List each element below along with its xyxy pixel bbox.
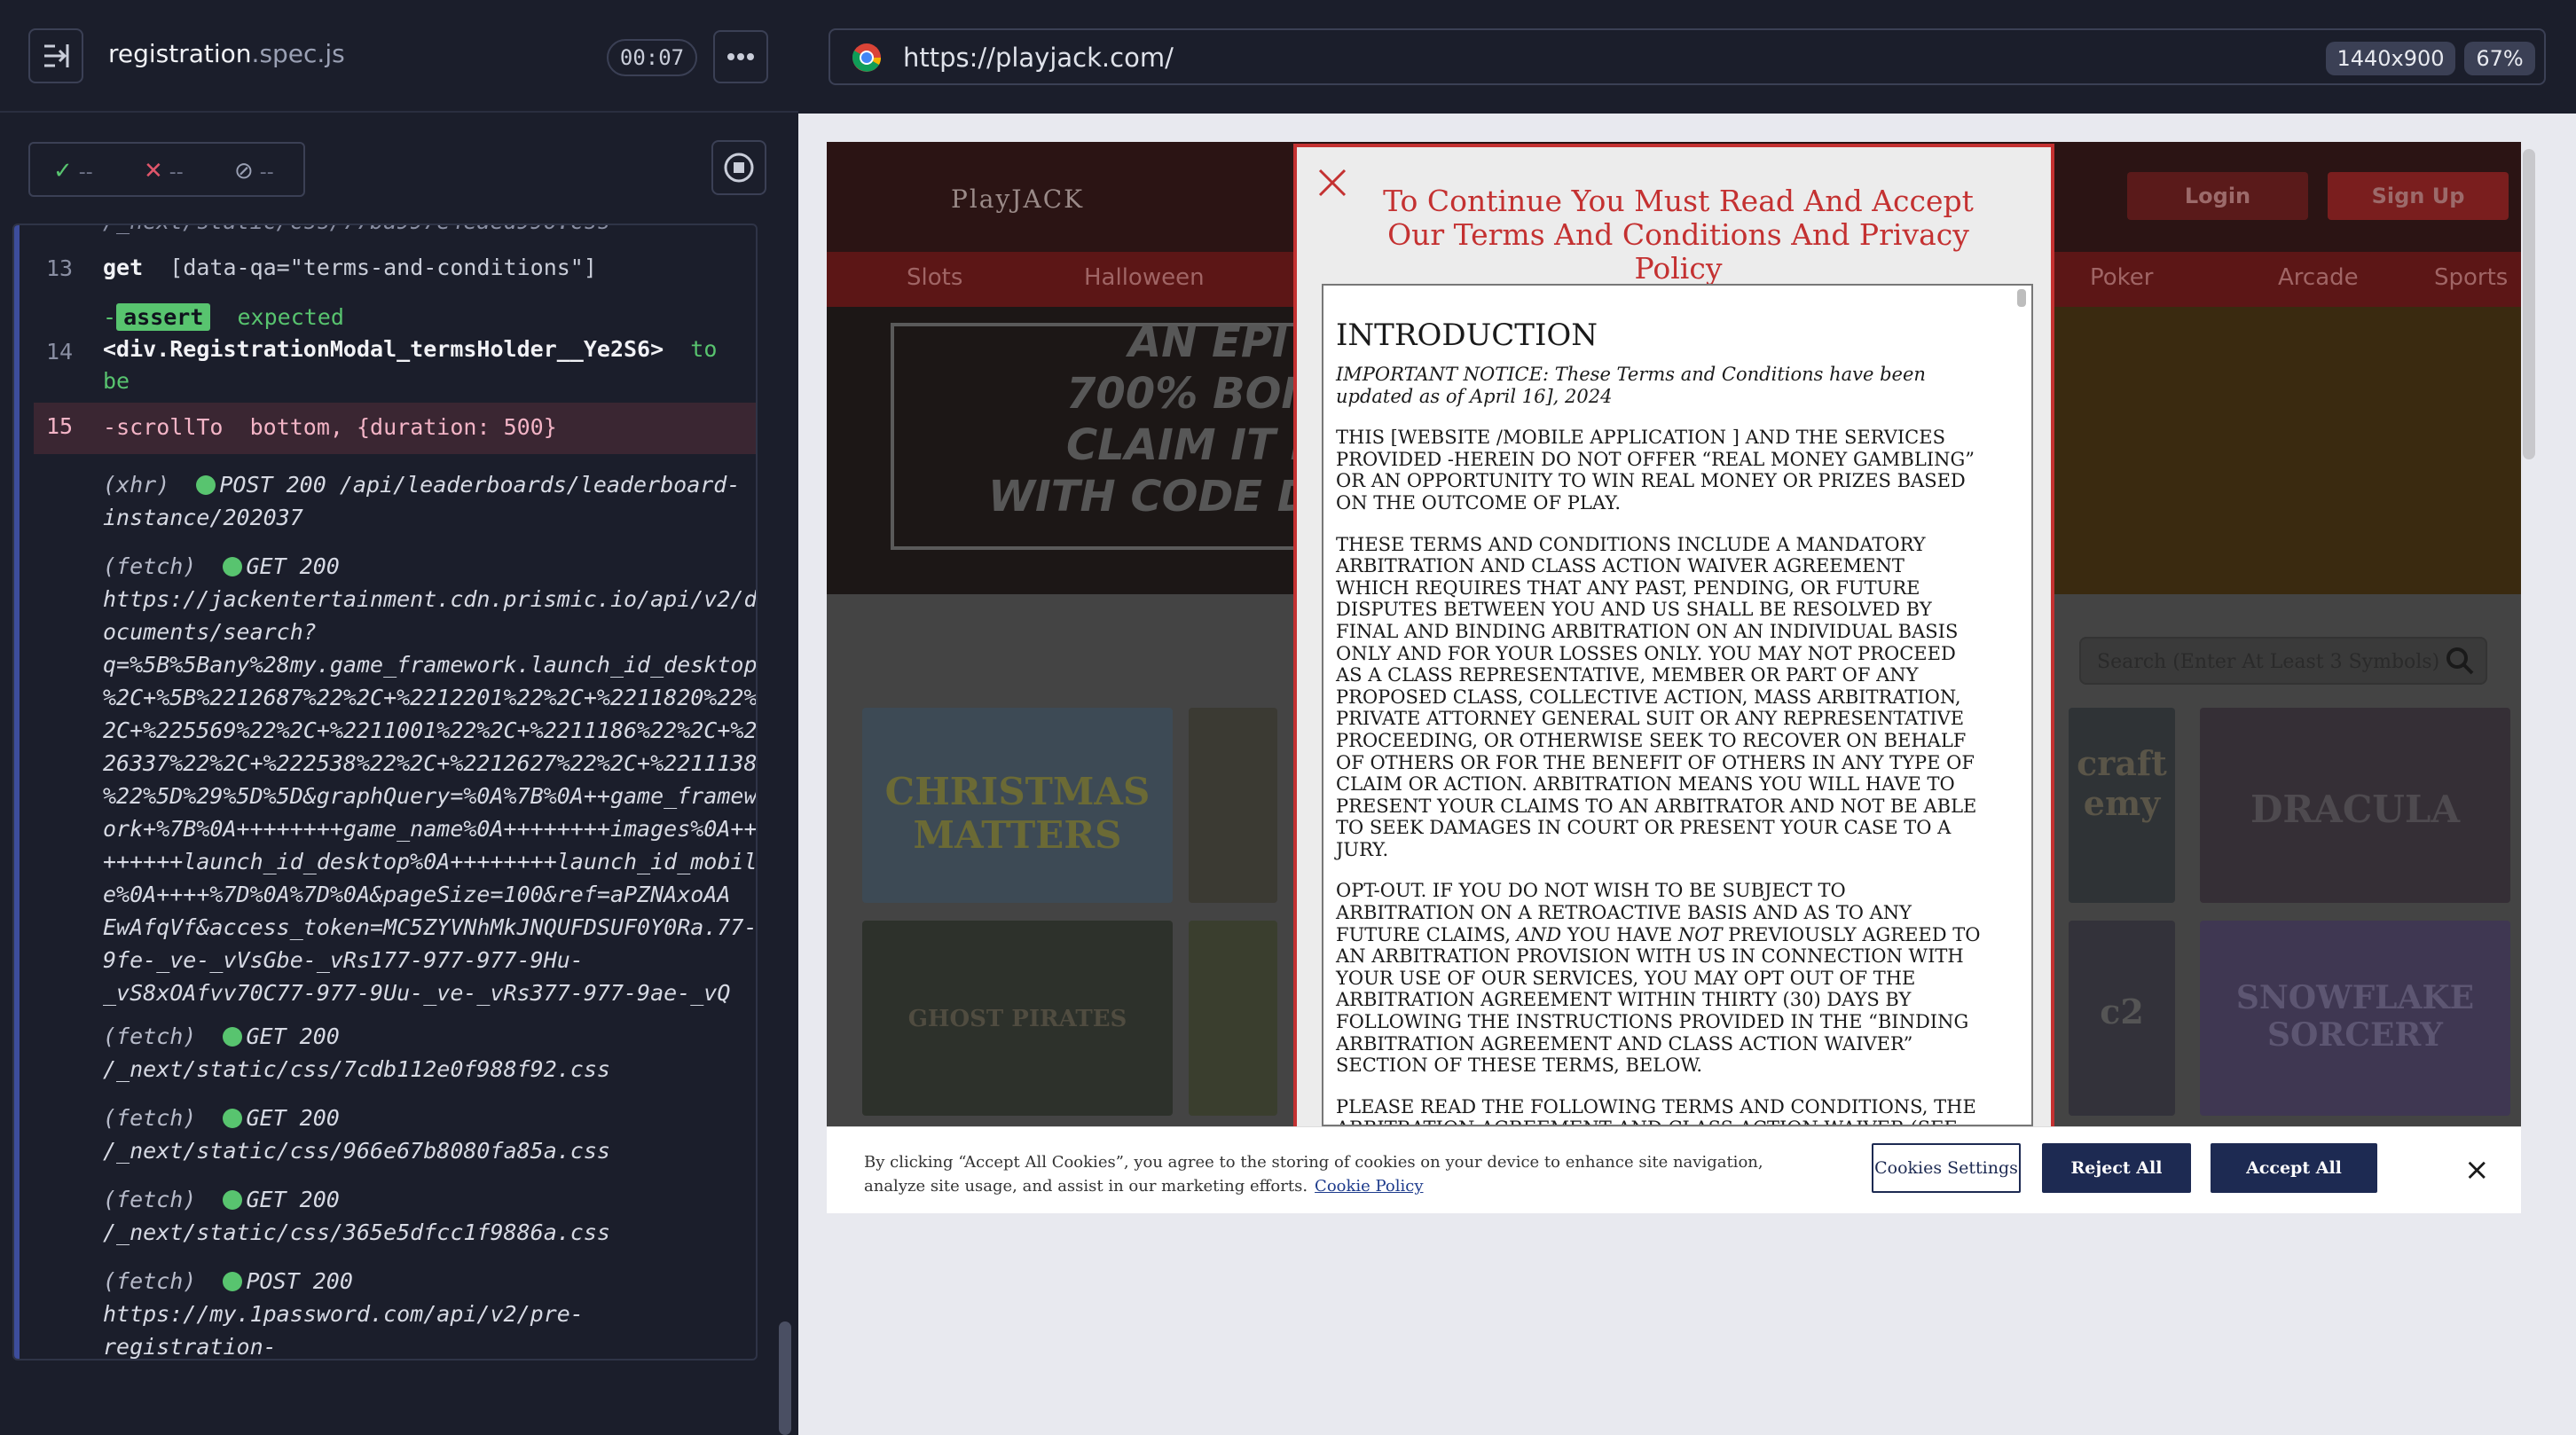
terms-holder[interactable]: INTRODUCTION IMPORTANT NOTICE: These Ter… xyxy=(1322,284,2033,1126)
game-tile[interactable] xyxy=(1189,708,1277,903)
viewport-size-badge: 1440x900 xyxy=(2326,42,2455,75)
terms-heading: INTRODUCTION xyxy=(1336,318,1598,353)
ellipsis-icon xyxy=(727,53,754,60)
url-field[interactable]: https://playjack.com/ 1440x900 67% xyxy=(829,28,2546,85)
login-button[interactable]: Login xyxy=(2127,172,2308,220)
app-viewport: PlayJACK Login Sign Up Slots Halloween P… xyxy=(827,142,2521,1213)
reject-all-button[interactable]: Reject All xyxy=(2042,1143,2191,1193)
accept-all-cookies-button[interactable]: Accept All Cookies xyxy=(2211,1143,2377,1213)
line-number: 14 xyxy=(46,339,74,365)
toggle-sidebar-button[interactable] xyxy=(28,28,83,83)
log-scrollbar[interactable] xyxy=(775,223,793,1435)
more-options-button[interactable] xyxy=(713,30,768,83)
nav-slots[interactable]: Slots xyxy=(907,264,962,291)
pending-count: ⊘ -- xyxy=(234,158,274,184)
cookie-text: By clicking “Accept All Cookies”, you ag… xyxy=(864,1153,1763,1196)
game-title: craft emy xyxy=(2077,743,2167,823)
stop-icon xyxy=(724,153,754,183)
game-tile[interactable] xyxy=(1189,921,1277,1116)
command-scrollto-active[interactable]: 15 -scrollTo bottom, {duration: 500} xyxy=(34,403,756,454)
promo-line: CLAIM IT N xyxy=(1066,420,1326,470)
game-tile[interactable]: craft emy xyxy=(2069,708,2175,903)
terms-content: INTRODUCTION IMPORTANT NOTICE: These Ter… xyxy=(1336,318,1983,1125)
terms-paragraph: THIS [WEBSITE /MOBILE APPLICATION ] AND … xyxy=(1336,427,1975,514)
site-logo: PlayJACK xyxy=(951,184,1085,214)
log-scrollbar-thumb[interactable] xyxy=(779,1321,791,1435)
status-dot xyxy=(223,1109,243,1128)
request-log-fetch[interactable]: (fetch) POST 200 https://my.1password.co… xyxy=(103,1265,750,1359)
zoom-badge: 67% xyxy=(2464,42,2535,75)
command-log[interactable]: /_next/static/css/77ba997e4eaed996.css 1… xyxy=(12,223,758,1361)
cross-icon: ✕ xyxy=(144,158,163,184)
request-log-fetch[interactable]: (fetch) GET 200 https://jackentertainmen… xyxy=(103,550,756,1009)
status-dot xyxy=(223,1190,243,1210)
browser-preview: https://playjack.com/ 1440x900 67% PlayJ… xyxy=(798,0,2576,1435)
search-icon xyxy=(2446,647,2474,675)
game-title: c2 xyxy=(2100,992,2144,1031)
terms-paragraph: OPT-OUT. IF YOU DO NOT WISH TO BE SUBJEC… xyxy=(1336,880,1981,1077)
promo-line: AN EPI xyxy=(1128,318,1288,367)
skip-icon: ⊘ xyxy=(234,158,254,184)
signup-button[interactable]: Sign Up xyxy=(2328,172,2509,220)
request-log-xhr[interactable]: (xhr) POST 200 /api/leaderboards/leaderb… xyxy=(103,468,750,534)
test-runner-panel: registration.spec.js 00:07 ✓ -- ✕ -- ⊘ -… xyxy=(0,0,798,1435)
status-dot xyxy=(223,557,243,576)
cookie-banner: By clicking “Accept All Cookies”, you ag… xyxy=(827,1126,2521,1213)
run-timer: 00:07 xyxy=(607,39,697,76)
promo-line: WITH CODE D xyxy=(988,472,1313,521)
clipped-log-line: /_next/static/css/77ba997e4eaed996.css xyxy=(103,225,610,238)
command-get[interactable]: get [data-qa="terms-and-conditions"] xyxy=(103,252,597,284)
game-title: DRACULA xyxy=(2250,788,2461,831)
check-icon: ✓ xyxy=(53,158,73,184)
chrome-icon xyxy=(852,43,882,72)
runner-header: registration.spec.js 00:07 xyxy=(0,0,798,113)
status-dot xyxy=(196,475,216,495)
nav-poker[interactable]: Poker xyxy=(2090,264,2153,291)
address-bar-area: https://playjack.com/ 1440x900 67% xyxy=(798,0,2576,114)
log-accent-bar xyxy=(14,225,20,1359)
game-tile[interactable]: c2 xyxy=(2069,921,2175,1116)
search-placeholder: Search (Enter At Least 3 Symbols) xyxy=(2097,651,2440,673)
close-icon[interactable] xyxy=(1315,165,1350,200)
page-scrollbar[interactable] xyxy=(2523,149,2535,459)
status-dot xyxy=(223,1027,243,1047)
request-log-fetch[interactable]: (fetch) GET 200 /_next/static/css/7cdb11… xyxy=(103,1020,750,1086)
url-text: https://playjack.com/ xyxy=(903,43,1174,73)
promo-art xyxy=(2051,307,2521,594)
game-tile[interactable]: DRACULA xyxy=(2200,708,2510,903)
terms-paragraph: PLEASE READ THE FOLLOWING TERMS AND COND… xyxy=(1336,1095,1976,1125)
terms-paragraph: THESE TERMS AND CONDITIONS INCLUDE A MAN… xyxy=(1336,533,1977,860)
game-tile[interactable]: CHRISTMAS MATTERS xyxy=(862,708,1173,903)
stop-button[interactable] xyxy=(711,140,766,195)
game-title: CHRISTMAS MATTERS xyxy=(884,770,1151,857)
assert-badge: assert xyxy=(116,303,211,331)
terms-scrollbar[interactable] xyxy=(2017,289,2026,307)
cookie-policy-link[interactable]: Cookie Policy xyxy=(1315,1177,1423,1196)
game-tile[interactable]: SNOWFLAKE SORCERY xyxy=(2200,921,2510,1116)
game-tile[interactable]: GHOST PIRATES xyxy=(862,921,1173,1116)
modal-title: To Continue You Must Read And Accept Our… xyxy=(1383,184,1974,286)
game-title: SNOWFLAKE SORCERY xyxy=(2235,979,2475,1054)
status-dot xyxy=(223,1272,243,1291)
nav-arcade[interactable]: Arcade xyxy=(2278,264,2359,291)
game-search-input[interactable]: Search (Enter At Least 3 Symbols) xyxy=(2079,637,2487,685)
nav-sports[interactable]: Sports xyxy=(2434,264,2508,291)
request-log-fetch[interactable]: (fetch) GET 200 /_next/static/css/966e67… xyxy=(103,1102,750,1167)
game-title: GHOST PIRATES xyxy=(907,1006,1127,1032)
terms-modal: To Continue You Must Read And Accept Our… xyxy=(1293,144,2054,1142)
failed-count: ✕ -- xyxy=(144,158,184,184)
request-log-fetch[interactable]: (fetch) GET 200 /_next/static/css/365e5d… xyxy=(103,1183,750,1249)
nav-halloween[interactable]: Halloween xyxy=(1084,264,1205,291)
spec-filename: registration.spec.js xyxy=(108,39,345,68)
collapse-icon xyxy=(44,44,69,67)
terms-notice: IMPORTANT NOTICE: These Terms and Condit… xyxy=(1336,364,1926,407)
cookies-settings-button[interactable]: Cookies Settings xyxy=(1872,1143,2021,1193)
cookie-close-icon[interactable]: × xyxy=(2464,1152,2490,1188)
line-number: 13 xyxy=(46,255,74,281)
test-stats: ✓ -- ✕ -- ⊘ -- xyxy=(28,142,305,197)
promo-line: 700% BON xyxy=(1066,369,1317,419)
passed-count: ✓ -- xyxy=(53,158,93,184)
